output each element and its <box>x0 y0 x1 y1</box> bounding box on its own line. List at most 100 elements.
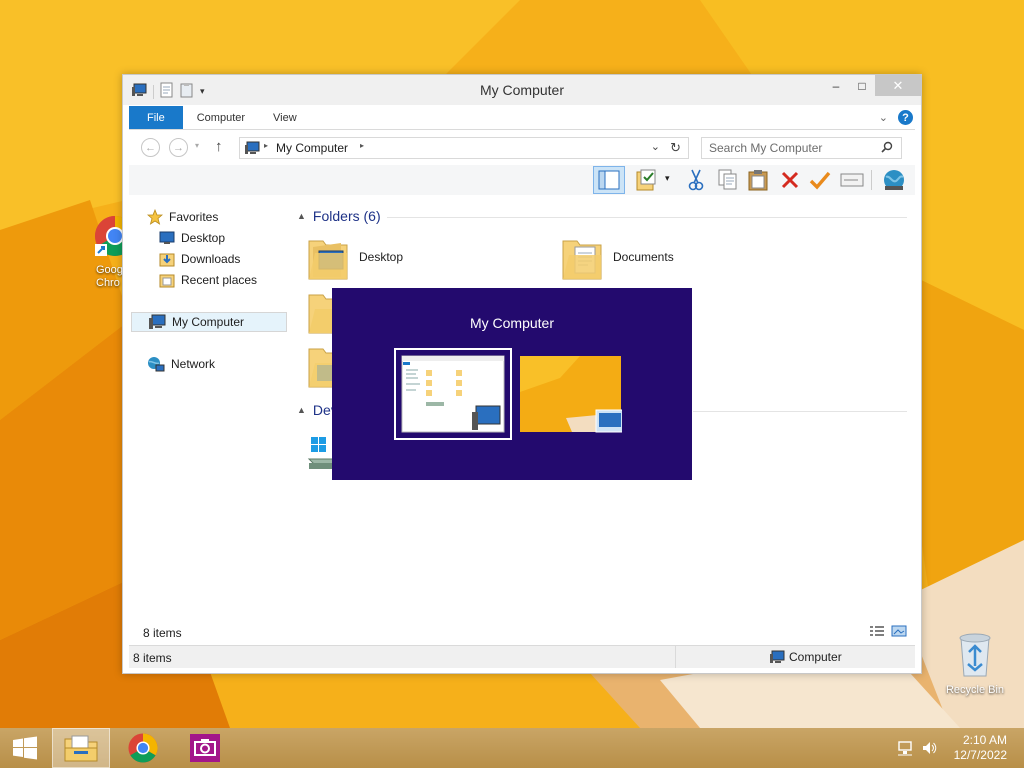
window-title: My Computer <box>479 82 565 98</box>
copy-button[interactable] <box>715 167 741 193</box>
taskbar-chrome[interactable] <box>114 728 172 768</box>
view-toggle <box>869 625 907 640</box>
back-button[interactable]: ← <box>141 138 160 157</box>
computer-icon <box>149 314 166 329</box>
status-bar: 8 items Computer <box>129 645 915 668</box>
folder-label: Documents <box>613 250 674 264</box>
tab-view[interactable]: View <box>259 106 311 129</box>
chrome-icon <box>128 733 158 763</box>
chevron-right-icon[interactable]: ▸ <box>360 141 364 150</box>
recycle-bin-icon <box>959 633 991 677</box>
search-icon[interactable] <box>881 141 893 156</box>
star-icon <box>147 209 163 225</box>
properties-button[interactable] <box>633 167 659 193</box>
folder-icon <box>64 735 98 762</box>
clock-time: 2:10 AM <box>962 733 1007 747</box>
rename-button[interactable] <box>839 167 865 193</box>
maximize-button[interactable]: □ <box>849 75 875 96</box>
title-bar[interactable]: ▾ My Computer – □ ✕ <box>123 75 921 105</box>
paste-button[interactable] <box>745 167 771 193</box>
status-location-label: Computer <box>789 650 842 664</box>
start-button[interactable] <box>0 728 50 768</box>
refresh-icon[interactable]: ↻ <box>670 140 681 156</box>
nav-network[interactable]: Network <box>147 354 287 374</box>
network-icon <box>148 357 165 372</box>
details-view-icon[interactable] <box>869 625 885 640</box>
tab-computer[interactable]: Computer <box>183 106 259 129</box>
address-bar[interactable]: ▸ My Computer ▸ ⌄ ↻ <box>239 137 689 159</box>
desktop-icon <box>159 231 175 244</box>
nav-my-computer[interactable]: My Computer <box>131 312 287 332</box>
recent-places-icon <box>159 274 175 288</box>
scissors-icon <box>688 169 704 191</box>
paste-icon <box>748 170 768 191</box>
taskbar-camera[interactable] <box>176 728 234 768</box>
search-box <box>701 137 902 159</box>
camera-icon <box>190 734 220 762</box>
desktop-icon-label: Recycle Bin <box>945 684 1005 696</box>
desktop-thumbnail <box>520 356 622 433</box>
folder-desktop[interactable]: Desktop <box>307 233 403 281</box>
forward-button[interactable]: → <box>169 138 188 157</box>
status-divider <box>675 646 676 668</box>
folder-label: Desktop <box>359 250 404 264</box>
taskbar-clock[interactable]: 2:10 AM 12/7/2022 <box>954 733 1007 763</box>
ribbon-divider <box>129 129 915 130</box>
switcher-thumb-my-computer[interactable] <box>394 348 512 440</box>
taskbar-file-explorer[interactable] <box>52 728 110 768</box>
downloads-icon <box>159 253 175 267</box>
delete-button[interactable] <box>777 167 803 193</box>
nav-recent-places[interactable]: Recent places <box>159 270 287 290</box>
nav-downloads[interactable]: Downloads <box>159 249 287 269</box>
help-icon[interactable]: ? <box>898 110 913 125</box>
taskbar: 2:10 AM 12/7/2022 <box>0 728 1024 768</box>
network-status-icon[interactable] <box>897 740 913 759</box>
ribbon-tabs: File Computer View <box>129 106 915 129</box>
group-divider <box>693 411 907 412</box>
tab-file[interactable]: File <box>129 106 183 129</box>
collapse-arrow-icon[interactable]: ▲ <box>297 405 306 415</box>
folder-documents[interactable]: Documents <box>561 233 674 281</box>
chevron-down-icon[interactable]: ▾ <box>665 173 670 184</box>
close-button[interactable]: ✕ <box>875 75 921 96</box>
rename-icon <box>840 173 864 187</box>
windows-logo-icon <box>13 736 37 760</box>
system-tray <box>897 740 937 759</box>
nav-label: Recent places <box>181 273 258 287</box>
group-title: Folders (6) <box>312 208 381 224</box>
expand-ribbon-icon[interactable]: ⌄ <box>879 111 888 124</box>
nav-label: Downloads <box>181 252 241 266</box>
nav-desktop[interactable]: Desktop <box>159 228 287 248</box>
computer-icon <box>770 650 785 663</box>
switcher-title: My Computer <box>469 315 555 331</box>
search-input[interactable] <box>702 138 872 158</box>
folders-group-header[interactable]: ▲ Folders (6) <box>297 208 381 224</box>
delete-icon <box>781 171 799 189</box>
checkmark-icon <box>809 171 831 190</box>
group-divider <box>387 217 907 218</box>
nav-label: Desktop <box>181 231 226 245</box>
preview-pane-button[interactable] <box>593 166 625 194</box>
properties-icon <box>636 169 656 191</box>
up-button[interactable]: ↑ <box>215 138 223 155</box>
collapse-arrow-icon[interactable]: ▲ <box>297 211 306 221</box>
computer-icon <box>244 141 260 158</box>
window-controls: – □ ✕ <box>823 75 921 96</box>
status-location: Computer <box>769 650 842 664</box>
clock-date: 12/7/2022 <box>953 748 1007 762</box>
preview-pane-icon <box>598 170 620 190</box>
nav-favorites[interactable]: Favorites <box>147 207 287 227</box>
cut-button[interactable] <box>683 167 709 193</box>
desktop-folder-icon <box>308 240 348 280</box>
address-dropdown-icon[interactable]: ⌄ <box>651 140 660 153</box>
switcher-thumb-desktop[interactable] <box>520 356 622 434</box>
address-crumb[interactable]: My Computer <box>276 141 348 155</box>
desktop-icon-recycle-bin[interactable]: Recycle Bin <box>940 630 1010 697</box>
minimize-button[interactable]: – <box>823 75 849 96</box>
large-icons-view-icon[interactable] <box>891 625 907 640</box>
volume-icon[interactable] <box>921 740 937 759</box>
recent-locations-icon[interactable]: ▾ <box>195 141 199 150</box>
network-globe-button[interactable] <box>881 167 907 193</box>
item-count: 8 items <box>143 626 182 640</box>
select-button[interactable] <box>807 167 833 193</box>
